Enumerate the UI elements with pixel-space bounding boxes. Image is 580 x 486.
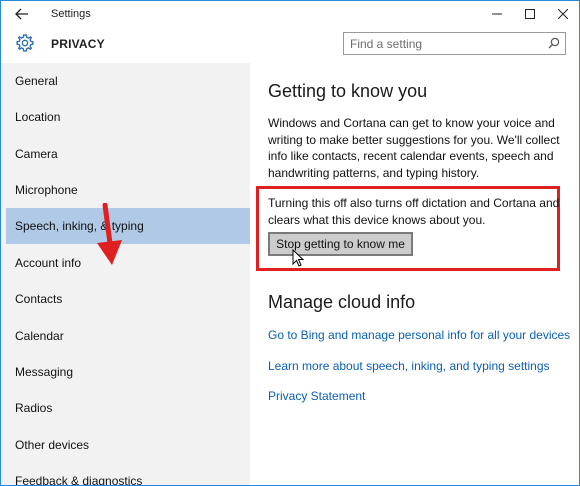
sidebar-item-label: Microphone	[15, 183, 78, 197]
sidebar-item-label: Messaging	[15, 365, 74, 379]
window-title: Settings	[51, 7, 91, 20]
mouse-cursor-icon	[292, 249, 304, 267]
gear-icon	[16, 34, 34, 52]
minimize-button[interactable]	[480, 1, 513, 26]
sidebar-item-camera[interactable]: Camera	[6, 136, 250, 172]
sidebar-item-label: Radios	[15, 401, 53, 415]
sidebar-item-label: General	[15, 74, 58, 88]
maximize-button[interactable]	[513, 1, 546, 26]
main-content: Getting to know you Windows and Cortana …	[250, 63, 579, 485]
sidebar-item-label: Contacts	[15, 292, 63, 306]
link-bing-manage-info[interactable]: Go to Bing and manage personal info for …	[268, 328, 570, 342]
sidebar-item-label: Location	[15, 110, 61, 124]
maximize-icon	[524, 8, 535, 19]
sidebar-item-feedback-diagnostics[interactable]: Feedback & diagnostics	[6, 463, 250, 486]
sidebar-item-contacts[interactable]: Contacts	[6, 281, 250, 317]
stop-getting-to-know-me-button[interactable]: Stop getting to know me	[268, 232, 413, 256]
search-box[interactable]	[343, 32, 566, 55]
sidebar-item-location[interactable]: Location	[6, 99, 250, 135]
search-input[interactable]	[344, 33, 539, 54]
sidebar-item-account-info[interactable]: Account info	[6, 245, 250, 281]
minimize-icon	[491, 13, 502, 14]
sidebar-item-other-devices[interactable]: Other devices	[6, 427, 250, 463]
sidebar-item-calendar[interactable]: Calendar	[6, 318, 250, 354]
warning-text: Turning this off also turns off dictatio…	[268, 196, 560, 227]
sidebar-item-label: Feedback & diagnostics	[15, 474, 143, 486]
close-button[interactable]	[546, 1, 579, 26]
close-icon	[557, 8, 568, 19]
back-arrow-icon	[15, 8, 28, 19]
back-button[interactable]	[1, 1, 43, 26]
link-learn-more-speech[interactable]: Learn more about speech, inking, and typ…	[268, 359, 550, 373]
section-description: Windows and Cortana can get to know your…	[268, 116, 560, 180]
sidebar-item-label: Account info	[15, 256, 82, 270]
search-icon[interactable]	[548, 37, 560, 49]
sidebar-item-radios[interactable]: Radios	[6, 390, 250, 426]
sidebar-item-messaging[interactable]: Messaging	[6, 354, 250, 390]
title-bar: Settings	[1, 1, 579, 26]
sidebar: General Location Camera Microphone Speec…	[1, 63, 250, 486]
sidebar-item-label: Camera	[15, 147, 58, 161]
settings-window: Settings PRIVACY Find a setting General …	[0, 0, 580, 486]
sidebar-item-speech-inking-typing[interactable]: Speech, inking, & typing	[6, 208, 250, 244]
red-arrow-annotation	[97, 203, 122, 265]
section-title-getting-to-know-you: Getting to know you	[268, 81, 428, 101]
window-controls	[480, 1, 579, 26]
sidebar-item-general[interactable]: General	[6, 63, 250, 99]
page-header: PRIVACY	[1, 26, 579, 63]
page-title: PRIVACY	[51, 37, 105, 51]
sidebar-item-microphone[interactable]: Microphone	[6, 172, 250, 208]
sidebar-item-label: Other devices	[15, 438, 90, 452]
sidebar-item-label: Calendar	[15, 329, 64, 343]
section-title-manage-cloud-info: Manage cloud info	[268, 292, 416, 312]
link-privacy-statement[interactable]: Privacy Statement	[268, 389, 365, 403]
